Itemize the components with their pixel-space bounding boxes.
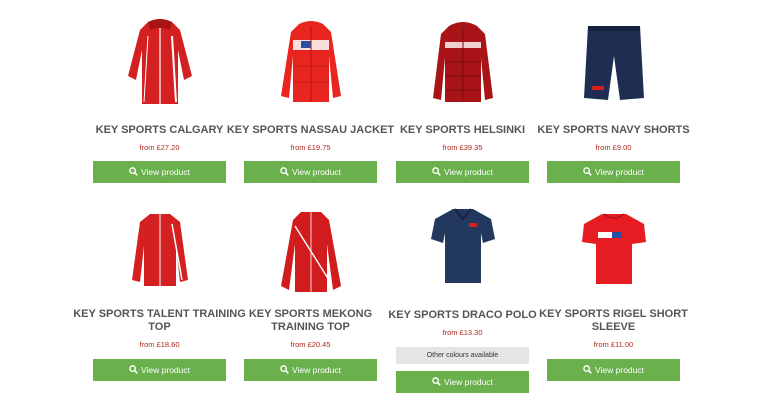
red-training-top-icon	[280, 212, 341, 292]
product-name[interactable]: KEY SPORTS CALGARY	[73, 124, 246, 137]
product-card: KEY SPORTS TALENT TRAINING TOP from £18.…	[73, 210, 246, 381]
product-image[interactable]	[93, 210, 226, 302]
product-price: from £27.20	[139, 143, 180, 152]
product-card: KEY SPORTS MEKONG TRAINING TOP from £20.…	[244, 210, 377, 381]
red-track-top-icon	[131, 214, 188, 286]
view-product-label: View product	[141, 365, 190, 375]
search-icon	[583, 167, 592, 176]
view-product-label: View product	[292, 365, 341, 375]
product-name[interactable]: KEY SPORTS NAVY SHORTS	[527, 124, 700, 137]
product-card: KEY SPORTS NASSAU JACKET from £19.75 Vie…	[227, 16, 394, 183]
product-image[interactable]	[396, 16, 529, 108]
product-name[interactable]: KEY SPORTS DRACO POLO	[376, 309, 549, 322]
search-icon	[280, 365, 289, 374]
search-icon	[432, 377, 441, 386]
product-price: from £18.60	[139, 340, 180, 349]
product-name[interactable]: KEY SPORTS HELSINKI	[376, 124, 549, 137]
view-product-button[interactable]: View product	[93, 359, 226, 381]
product-image[interactable]	[93, 16, 226, 108]
view-product-label: View product	[444, 377, 493, 387]
other-colours-badge: Other colours available	[396, 347, 529, 364]
view-product-label: View product	[141, 167, 190, 177]
product-image[interactable]	[244, 16, 377, 108]
product-image[interactable]	[244, 210, 377, 302]
product-card: KEY SPORTS RIGEL SHORT SLEEVE from £11.0…	[539, 210, 688, 381]
product-image[interactable]	[547, 210, 680, 302]
view-product-label: View product	[444, 167, 493, 177]
product-price: from £20.45	[290, 340, 331, 349]
search-icon	[280, 167, 289, 176]
product-price: from £11.00	[593, 340, 634, 349]
view-product-label: View product	[292, 167, 341, 177]
product-price: from £19.75	[290, 143, 331, 152]
view-product-label: View product	[595, 167, 644, 177]
product-card: KEY SPORTS HELSINKI from £39.35 View pro…	[396, 16, 529, 183]
view-product-button[interactable]: View product	[244, 161, 377, 183]
product-card: KEY SPORTS NAVY SHORTS from £9.00 View p…	[537, 16, 690, 183]
product-name[interactable]: KEY SPORTS MEKONG TRAINING TOP	[224, 308, 397, 334]
product-image[interactable]	[396, 205, 529, 297]
product-name[interactable]: KEY SPORTS NASSAU JACKET	[224, 124, 397, 137]
dark-red-puffer-icon	[432, 22, 493, 102]
view-product-button[interactable]: View product	[547, 161, 680, 183]
red-jacket-icon	[127, 19, 192, 104]
view-product-button[interactable]: View product	[396, 161, 529, 183]
product-price: from £13.30	[442, 328, 483, 337]
search-icon	[129, 365, 138, 374]
view-product-button[interactable]: View product	[93, 161, 226, 183]
product-name[interactable]: KEY SPORTS TALENT TRAINING TOP	[73, 308, 246, 334]
product-price: from £9.00	[595, 143, 632, 152]
search-icon	[129, 167, 138, 176]
product-card: KEY SPORTS CALGARY from £27.20 View prod…	[93, 16, 226, 183]
product-name[interactable]: KEY SPORTS RIGEL SHORT SLEEVE	[527, 308, 700, 334]
product-image[interactable]	[547, 16, 680, 108]
view-product-button[interactable]: View product	[547, 359, 680, 381]
product-grid: KEY SPORTS CALGARY from £27.20 View prod…	[0, 0, 765, 400]
red-tshirt-icon	[581, 213, 646, 284]
navy-polo-icon	[430, 208, 495, 283]
product-card: KEY SPORTS DRACO POLO from £13.30 Other …	[388, 205, 537, 393]
search-icon	[583, 365, 592, 374]
search-icon	[432, 167, 441, 176]
red-padded-jacket-icon	[280, 21, 341, 102]
view-product-button[interactable]: View product	[396, 371, 529, 393]
view-product-button[interactable]: View product	[244, 359, 377, 381]
view-product-label: View product	[595, 365, 644, 375]
navy-shorts-icon	[583, 26, 644, 100]
product-price: from £39.35	[442, 143, 483, 152]
